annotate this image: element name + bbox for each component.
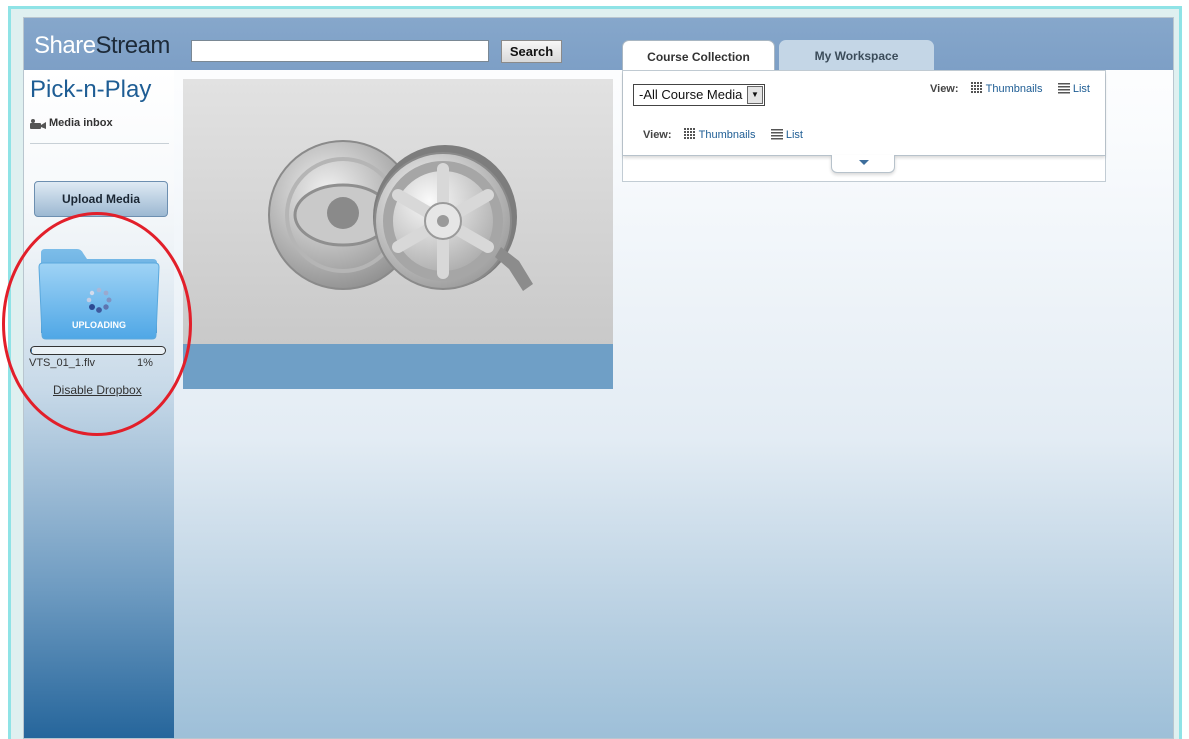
view-label: View: bbox=[930, 83, 959, 95]
upload-media-button[interactable]: Upload Media bbox=[34, 181, 168, 217]
list-icon bbox=[770, 129, 783, 140]
media-inbox-icon bbox=[30, 119, 46, 129]
logo-stream: Stream bbox=[95, 32, 171, 59]
header-bar: ShareStream Search Course Collection My … bbox=[24, 18, 1173, 72]
list-view-link[interactable]: List bbox=[1073, 83, 1090, 95]
list-icon bbox=[1057, 83, 1070, 94]
upload-progress-bar bbox=[30, 346, 166, 355]
media-preview bbox=[183, 79, 613, 389]
sidebar-divider bbox=[30, 143, 169, 144]
chevron-down-icon[interactable]: ▼ bbox=[747, 86, 763, 104]
media-filter-select[interactable]: -All Course Media ▼ bbox=[633, 84, 765, 106]
media-filter-value: -All Course Media bbox=[639, 87, 743, 102]
view-options-bottom: View: Thumbnails List bbox=[643, 128, 803, 141]
tab-my-workspace[interactable]: My Workspace bbox=[779, 40, 934, 71]
panel-collapse-toggle[interactable] bbox=[831, 155, 895, 173]
thumbnails-view-link[interactable]: Thumbnails bbox=[699, 129, 756, 141]
search-button[interactable]: Search bbox=[501, 40, 562, 63]
thumbnails-view-link[interactable]: Thumbnails bbox=[986, 83, 1043, 95]
view-label: View: bbox=[643, 129, 672, 141]
sidebar: Pick-n-Play Media inbox Upload Media UPL… bbox=[24, 70, 174, 738]
media-inbox-link[interactable]: Media inbox bbox=[49, 117, 113, 129]
upload-progress-fill bbox=[31, 347, 33, 354]
view-options-top: View: Thumbnails List bbox=[930, 82, 1090, 95]
app-container: ShareStream Search Course Collection My … bbox=[23, 17, 1174, 739]
search-input[interactable] bbox=[191, 40, 489, 62]
chevron-down-icon bbox=[859, 160, 869, 165]
upload-percent: 1% bbox=[137, 357, 153, 369]
logo-share: Share bbox=[34, 32, 96, 59]
collection-panel-controls: -All Course Media ▼ View: Thumbnails Lis… bbox=[623, 71, 1105, 156]
upload-filename: VTS_01_1.flv bbox=[29, 357, 96, 369]
list-view-link[interactable]: List bbox=[786, 129, 803, 141]
disable-dropbox-link[interactable]: Disable Dropbox bbox=[53, 383, 142, 397]
grid-icon bbox=[970, 82, 982, 93]
grid-icon bbox=[683, 128, 695, 139]
collection-panel: -All Course Media ▼ View: Thumbnails Lis… bbox=[622, 70, 1106, 182]
tab-course-collection[interactable]: Course Collection bbox=[622, 40, 775, 72]
uploading-status: UPLOADING bbox=[72, 320, 126, 330]
media-placeholder-image bbox=[183, 79, 613, 344]
logo: ShareStream bbox=[34, 32, 170, 60]
app-title: Pick-n-Play bbox=[30, 76, 152, 103]
